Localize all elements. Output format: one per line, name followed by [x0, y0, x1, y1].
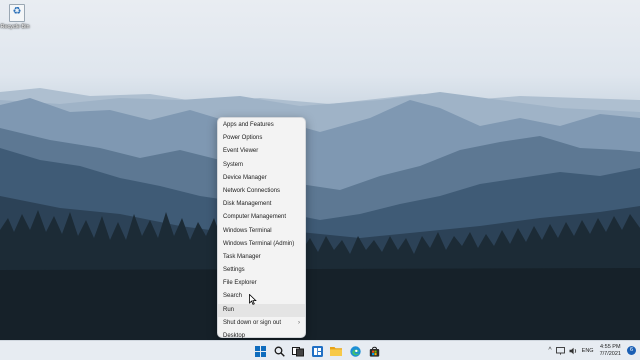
chevron-right-icon: › [298, 319, 300, 326]
menu-item-system[interactable]: System [218, 159, 305, 172]
search-button[interactable] [272, 344, 286, 358]
mouse-pointer-icon [249, 294, 257, 305]
menu-item-file-explorer[interactable]: File Explorer [218, 277, 305, 290]
widgets-button[interactable] [310, 344, 324, 358]
menu-item-network-connections[interactable]: Network Connections [218, 185, 305, 198]
menu-item-label: Power Options [223, 135, 263, 142]
menu-item-label: Disk Management [223, 201, 272, 208]
menu-item-label: Run [223, 306, 235, 313]
show-hidden-icons-chevron-icon[interactable]: ^ [548, 347, 551, 354]
menu-item-label: Windows Terminal [223, 227, 272, 234]
menu-item-power-options[interactable]: Power Options [218, 132, 305, 145]
desktop: Recycle Bin [0, 0, 640, 340]
quick-link-menu: Apps and Features Power Options Event Vi… [217, 117, 306, 339]
menu-item-label: Desktop [223, 333, 246, 339]
folder-icon [330, 347, 342, 356]
edge-button[interactable] [348, 344, 362, 358]
menu-item-label: Network Connections [223, 187, 281, 194]
menu-item-label: Computer Management [223, 214, 287, 221]
menu-item-task-manager[interactable]: Task Manager [218, 251, 305, 264]
store-button[interactable] [367, 344, 381, 358]
desktop-icon-label: Recycle Bin [0, 24, 30, 30]
menu-item-apps-and-features[interactable]: Apps and Features [218, 119, 305, 132]
edge-icon [349, 345, 361, 357]
menu-item-label: Task Manager [223, 253, 261, 260]
task-view-button[interactable] [291, 344, 305, 358]
store-bag-icon [369, 346, 379, 357]
menu-item-disk-management[interactable]: Disk Management [218, 198, 305, 211]
search-icon [274, 346, 285, 357]
menu-item-label: System [223, 161, 244, 168]
menu-item-search[interactable]: Search [218, 290, 305, 303]
menu-item-computer-management[interactable]: Computer Management [218, 211, 305, 224]
menu-item-event-viewer[interactable]: Event Viewer [218, 145, 305, 158]
task-view-icon [292, 346, 304, 356]
windows-logo-icon [254, 345, 266, 357]
menu-item-label: Settings [223, 267, 245, 274]
menu-item-label: Event Viewer [223, 148, 259, 155]
menu-item-label: Shut down or sign out [223, 319, 282, 326]
clock-time: 4:55 PM [600, 343, 621, 350]
taskbar: ^ ENG 4:55 PM 7/7/2021 6 [0, 340, 640, 360]
system-tray: ^ ENG 4:55 PM 7/7/2021 6 [548, 341, 640, 360]
menu-item-label: Windows Terminal (Admin) [223, 240, 295, 247]
menu-item-windows-terminal-admin[interactable]: Windows Terminal (Admin) [218, 238, 305, 251]
mountain-wallpaper [0, 88, 640, 340]
clock[interactable]: 4:55 PM 7/7/2021 [600, 344, 621, 358]
menu-item-label: Search [223, 293, 243, 300]
menu-item-windows-terminal[interactable]: Windows Terminal [218, 225, 305, 238]
menu-item-run[interactable]: Run [218, 303, 305, 317]
menu-item-settings[interactable]: Settings [218, 264, 305, 277]
volume-icon[interactable] [569, 347, 578, 355]
file-explorer-button[interactable] [329, 344, 343, 358]
network-monitor-icon[interactable] [555, 346, 565, 355]
menu-item-label: File Explorer [223, 280, 257, 287]
taskbar-pinned-apps [253, 344, 381, 358]
menu-item-shut-down-or-sign-out[interactable]: Shut down or sign out › [218, 317, 305, 330]
notification-badge[interactable]: 6 [627, 346, 636, 355]
clock-date: 7/7/2021 [599, 350, 621, 357]
menu-item-label: Device Manager [223, 174, 267, 181]
menu-item-label: Apps and Features [223, 122, 274, 128]
menu-item-device-manager[interactable]: Device Manager [218, 172, 305, 185]
start-button[interactable] [253, 344, 267, 358]
desktop-icon-recycle-bin[interactable]: Recycle Bin [0, 4, 30, 30]
recycle-bin-icon [9, 4, 25, 22]
input-language-indicator[interactable]: ENG [582, 348, 594, 354]
widgets-icon [311, 345, 323, 357]
